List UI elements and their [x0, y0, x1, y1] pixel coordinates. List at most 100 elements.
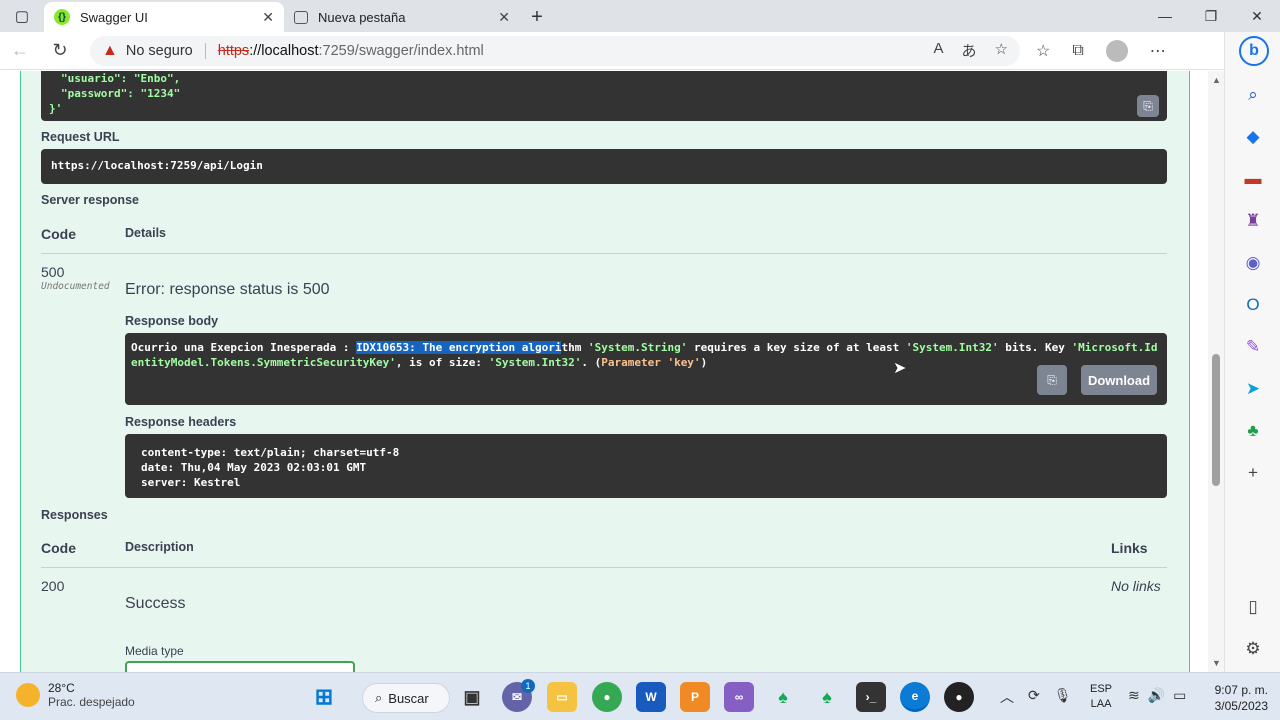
games-icon[interactable]: ♜ — [1225, 200, 1280, 242]
bing-chat-icon[interactable]: b — [1239, 36, 1269, 66]
minimize-icon[interactable]: — — [1142, 8, 1188, 24]
pdf-app-icon[interactable]: P — [680, 682, 710, 712]
restore-icon[interactable]: ❐ — [1188, 8, 1234, 25]
wifi-icon: ≋ — [1128, 687, 1140, 703]
screen: ▢ {} Swagger UI ✕ Nueva pestaña ✕ + — ❐ … — [0, 0, 1280, 720]
response-code: 200 — [41, 578, 65, 594]
collections-icon[interactable]: ⧉ — [1072, 42, 1083, 60]
url-host: ://localhost — [249, 42, 319, 59]
warning-icon: ▲ — [102, 41, 118, 59]
close-tab-icon[interactable]: ✕ — [498, 9, 510, 26]
visual-studio-icon[interactable]: ∞ — [724, 682, 754, 712]
tab-swagger-ui[interactable]: {} Swagger UI ✕ — [44, 2, 284, 32]
file-explorer-icon[interactable]: ▭ — [547, 682, 577, 712]
microsoft-365-icon[interactable]: ◉ — [1225, 242, 1280, 284]
tab-actions-icon[interactable]: ▢ — [0, 0, 44, 32]
shopping-tag-icon[interactable]: ◆ — [1225, 116, 1280, 158]
scrollbar-thumb[interactable] — [1212, 354, 1220, 486]
body-param: Parameter 'key' — [601, 356, 701, 369]
add-sidebar-app-icon[interactable]: + — [1225, 452, 1280, 494]
no-links-text: No links — [1111, 578, 1161, 594]
profile-avatar[interactable] — [1105, 39, 1128, 62]
tab-nueva-pestana[interactable]: Nueva pestaña ✕ — [284, 2, 520, 32]
outlook-icon[interactable]: O — [1225, 284, 1280, 326]
edge-icon[interactable]: e — [900, 682, 930, 712]
lang-secondary: LAA — [1090, 698, 1112, 710]
body-string: ntityModel.Tokens.SymmetricSecurityKey' — [137, 356, 396, 369]
close-tab-icon[interactable]: ✕ — [262, 9, 274, 26]
tray-chevron-icon[interactable]: ︿ — [1000, 687, 1014, 707]
curl-line: "usuario": "Enbo", — [61, 72, 181, 85]
address-bar[interactable]: ▲ No seguro https://localhost:7259/swagg… — [90, 35, 1020, 66]
teams-badge: 1 — [521, 679, 535, 693]
request-url-block: https://localhost:7259/api/Login — [41, 149, 1167, 184]
translate-icon[interactable]: あ — [962, 40, 977, 61]
copy-curl-button[interactable]: ⎘ — [1137, 95, 1159, 117]
weather-sun-icon — [16, 683, 40, 707]
microphone-icon[interactable]: 🎙 — [1054, 687, 1072, 707]
response-description: Success — [125, 595, 186, 612]
mouse-cursor-icon: ➤ — [893, 360, 907, 377]
status-code: 500 — [41, 264, 65, 280]
response-body-text: Ocurrio una Exepcion Inesperada : IDX106… — [131, 340, 1163, 370]
more-menu-icon[interactable]: ⋯ — [1150, 41, 1166, 61]
operation-block: "usuario": "Enbo", "password": "1234" }'… — [20, 71, 1190, 672]
url-path: :7259/swagger/index.html — [318, 42, 484, 59]
search-icon[interactable]: ⌕ — [1225, 74, 1280, 116]
divider — [41, 253, 1167, 254]
new-tab-favicon-icon — [294, 10, 308, 24]
response-headers-block: content-type: text/plain; charset=utf-8 … — [125, 434, 1167, 498]
task-view-icon[interactable]: ▣ — [457, 682, 487, 712]
response-body-label: Response body — [125, 314, 219, 328]
divider — [41, 567, 1167, 568]
copy-response-button[interactable]: ⎘ — [1037, 365, 1067, 395]
volume-icon: 🔊 — [1147, 687, 1166, 703]
page-viewport: "usuario": "Enbo", "password": "1234" }'… — [0, 71, 1224, 672]
clock[interactable]: 9:07 p. m. 3/05/2023 — [1200, 682, 1268, 714]
address-bar-actions: A あ ☆ — [934, 40, 1008, 61]
column-description: Description — [125, 540, 194, 554]
back-arrow-icon[interactable]: ← — [0, 40, 40, 61]
scroll-down-icon[interactable]: ▼ — [1212, 658, 1221, 668]
media-type-select[interactable] — [125, 661, 355, 672]
body-string: 'System.String' — [587, 341, 688, 354]
word-icon[interactable]: W — [636, 682, 666, 712]
taskbar-search[interactable]: ⌕ Buscar — [362, 683, 450, 713]
language-indicator[interactable]: ESP LAA — [1090, 682, 1112, 712]
read-aloud-icon[interactable]: A — [934, 40, 944, 61]
body-text: requires a key size of at least — [687, 341, 906, 354]
sync-icon[interactable]: ⟳ — [1028, 687, 1040, 707]
favorites-icon[interactable]: ☆ — [1036, 41, 1050, 61]
chrome-icon[interactable]: ● — [592, 682, 622, 712]
response-body-block: Ocurrio una Exepcion Inesperada : IDX106… — [125, 333, 1167, 405]
windows-taskbar: 28°C Prac. despejado ⊞ ⌕ Buscar ▣ ✉ 1 ▭ … — [0, 672, 1280, 720]
designer-icon[interactable]: ✎ — [1225, 326, 1280, 368]
sidebar-layout-icon[interactable]: ▯ — [1225, 586, 1280, 628]
windows-start-icon[interactable]: ⊞ — [309, 682, 339, 712]
system-tray: ︿ ⟳ 🎙 — [1000, 687, 1072, 707]
terminal-icon[interactable]: ›_ — [856, 682, 886, 712]
column-code: Code — [41, 540, 76, 556]
download-button[interactable]: Download — [1081, 365, 1157, 395]
refresh-icon[interactable]: ↻ — [40, 40, 80, 61]
add-favorite-icon[interactable]: ☆ — [995, 40, 1008, 61]
mongodb-icon[interactable]: ♠ — [812, 682, 842, 712]
tab-title: Swagger UI — [80, 9, 148, 25]
scroll-up-icon[interactable]: ▲ — [1212, 75, 1221, 85]
weather-widget[interactable]: 28°C Prac. despejado — [16, 681, 135, 709]
close-window-icon[interactable]: ✕ — [1234, 8, 1280, 25]
mongodb-compass-icon[interactable]: ♠ — [768, 682, 798, 712]
obs-icon[interactable]: ● — [944, 682, 974, 712]
new-tab-button[interactable]: + — [520, 2, 554, 32]
tools-briefcase-icon[interactable]: ▬ — [1225, 158, 1280, 200]
column-details: Details — [125, 226, 166, 240]
responses-label: Responses — [41, 508, 108, 522]
send-icon[interactable]: ➤ — [1225, 368, 1280, 410]
settings-gear-icon[interactable]: ⚙ — [1225, 628, 1280, 670]
battery-icon: ▭ — [1173, 687, 1187, 703]
tray-status-icons[interactable]: ≋ 🔊 ▭ — [1128, 687, 1186, 704]
body-text: , is of size: — [395, 356, 489, 369]
tree-icon[interactable]: ♣ — [1225, 410, 1280, 452]
page-scrollbar[interactable]: ▲ ▼ — [1208, 71, 1224, 672]
body-string: 'System.Int32' — [488, 356, 582, 369]
